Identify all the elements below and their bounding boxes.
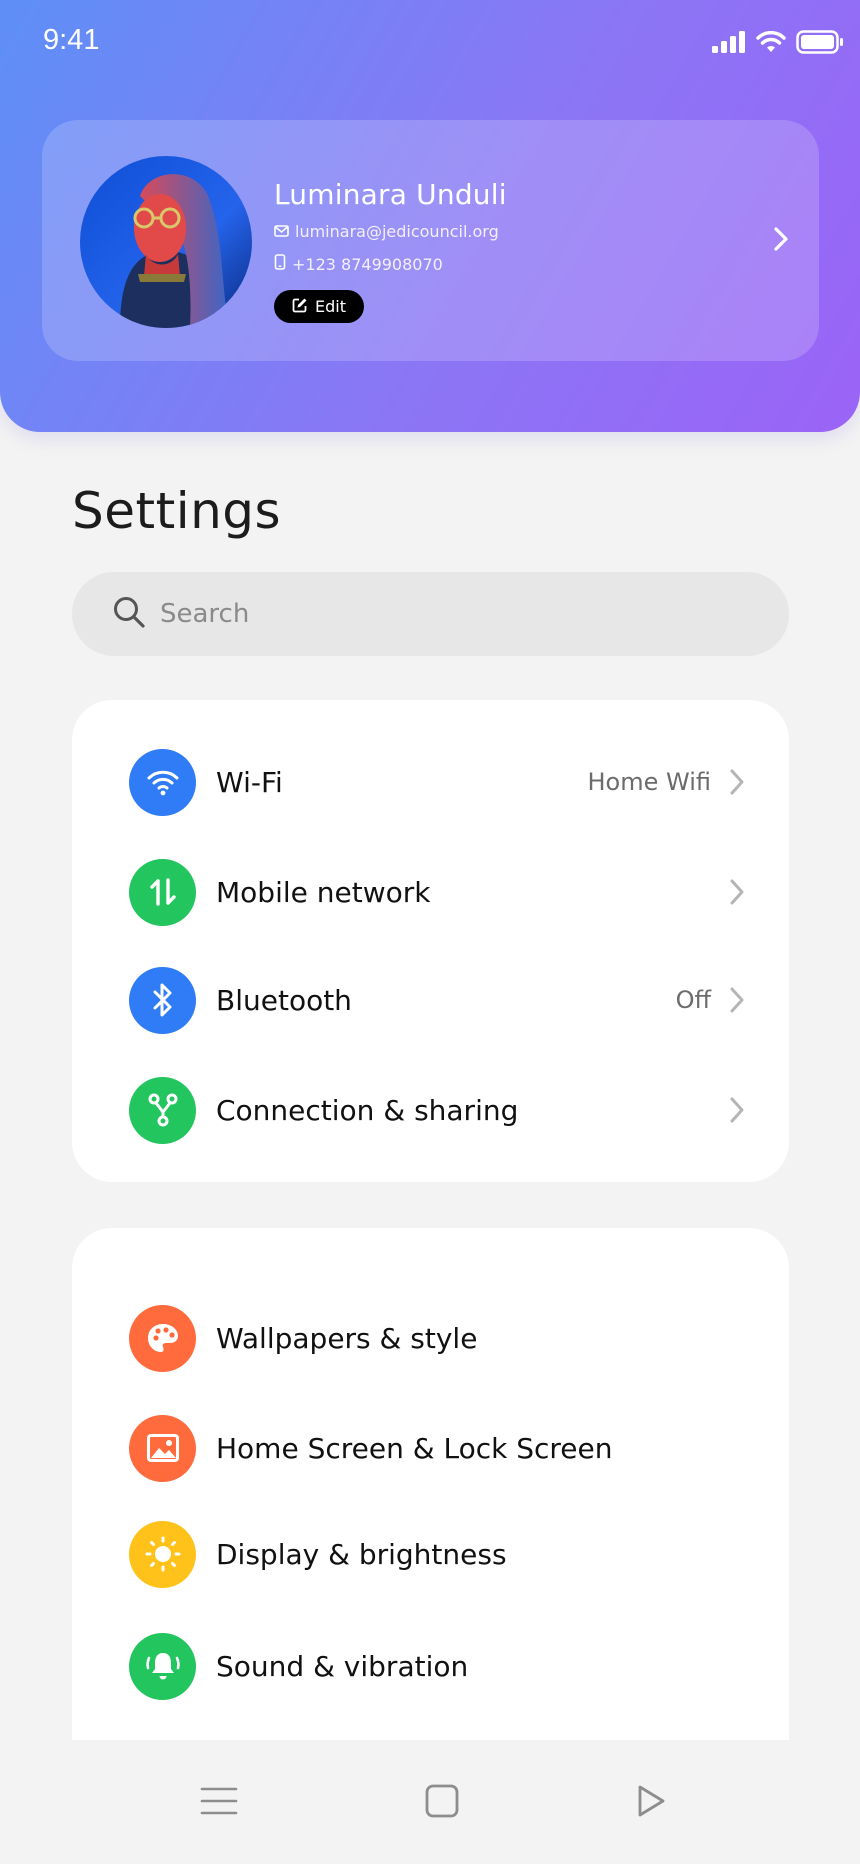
settings-item-home-lock-screen[interactable]: Home Screen & Lock Screen [72, 1408, 789, 1488]
home-square-icon[interactable] [425, 1784, 459, 1822]
edit-icon [292, 297, 308, 317]
search-input[interactable] [160, 599, 720, 629]
search-icon [112, 595, 146, 633]
settings-item-connection-sharing[interactable]: Connection & sharing [72, 1070, 789, 1150]
edit-profile-button[interactable]: Edit [274, 290, 364, 323]
system-navigation-bar [0, 1742, 860, 1864]
menu-icon[interactable] [200, 1786, 238, 1820]
settings-group-personalization: Wallpapers & style Home Screen & Lock Sc… [72, 1228, 789, 1740]
back-triangle-icon[interactable] [636, 1784, 666, 1822]
share-fork-icon [129, 1076, 196, 1144]
settings-group-connectivity: Wi-Fi Home Wifi Mobile network Bluetooth… [72, 700, 789, 1182]
battery-icon [796, 30, 844, 54]
mobile-data-icon [129, 858, 196, 926]
settings-item-value: Off [675, 986, 711, 1014]
palette-icon [129, 1304, 196, 1372]
profile-header: 9:41 Luminara Unduli luminara@jedicounci… [0, 0, 860, 432]
chevron-right-icon [729, 986, 745, 1018]
image-icon [129, 1414, 196, 1482]
profile-phone-row: +123 8749908070 [274, 254, 443, 274]
status-bar: 9:41 [0, 0, 860, 90]
settings-item-label: Wallpapers & style [216, 1321, 478, 1355]
cellular-signal-icon [712, 31, 746, 53]
settings-item-mobile-network[interactable]: Mobile network [72, 852, 789, 932]
chevron-right-icon [729, 878, 745, 910]
settings-item-sound-vibration[interactable]: Sound & vibration [72, 1626, 789, 1706]
settings-item-wallpapers[interactable]: Wallpapers & style [72, 1298, 789, 1378]
bluetooth-icon [129, 966, 196, 1034]
sun-icon [129, 1520, 196, 1588]
settings-item-value: Home Wifi [587, 768, 712, 796]
search-bar[interactable] [72, 572, 789, 656]
bell-ringing-icon [129, 1632, 196, 1700]
settings-item-label: Mobile network [216, 875, 431, 909]
wifi-icon [129, 748, 196, 816]
status-time: 9:41 [43, 24, 100, 56]
avatar[interactable] [80, 156, 252, 328]
chevron-right-icon [729, 1096, 745, 1128]
chevron-right-icon [729, 768, 745, 800]
settings-item-label: Home Screen & Lock Screen [216, 1431, 613, 1465]
mail-icon [274, 222, 289, 241]
page-title: Settings [72, 482, 282, 540]
settings-item-wifi[interactable]: Wi-Fi Home Wifi [72, 742, 789, 822]
profile-email-row: luminara@jedicouncil.org [274, 222, 499, 241]
settings-item-display-brightness[interactable]: Display & brightness [72, 1514, 789, 1594]
profile-name: Luminara Unduli [274, 178, 507, 211]
phone-icon [274, 254, 286, 274]
settings-item-label: Bluetooth [216, 983, 352, 1017]
profile-phone: +123 8749908070 [292, 254, 443, 274]
status-icons [712, 30, 844, 54]
profile-email: luminara@jedicouncil.org [295, 222, 499, 241]
settings-item-label: Sound & vibration [216, 1649, 469, 1683]
settings-item-label: Wi-Fi [216, 765, 283, 799]
wifi-status-icon [756, 31, 786, 53]
profile-card[interactable]: Luminara Unduli luminara@jedicouncil.org… [42, 120, 819, 361]
edit-label: Edit [315, 297, 346, 316]
chevron-right-icon[interactable] [773, 226, 789, 256]
settings-item-label: Connection & sharing [216, 1093, 519, 1127]
settings-item-label: Display & brightness [216, 1537, 507, 1571]
settings-item-bluetooth[interactable]: Bluetooth Off [72, 960, 789, 1040]
